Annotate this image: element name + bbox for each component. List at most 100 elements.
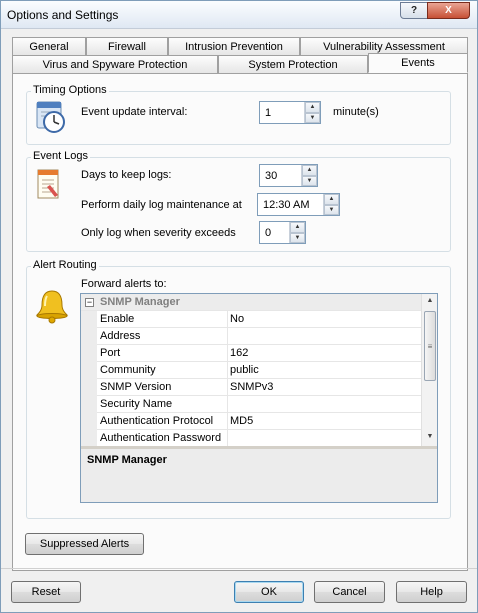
tab-events[interactable]: Events [368,53,468,73]
property-table: − SNMP Manager Enable No Address Port 16… [81,294,421,446]
group-title: Timing Options [31,84,109,96]
stepper-up-icon[interactable]: ▲ [324,194,339,205]
tab-firewall[interactable]: Firewall [86,37,168,55]
collapse-icon[interactable]: − [85,298,94,307]
options-window: Options and Settings ? X General Firewal… [0,0,478,613]
property-name: Security Name [100,398,173,410]
property-row[interactable]: Community public [81,362,421,379]
tab-label: Firewall [108,40,146,53]
description-pane: SNMP Manager [81,449,437,502]
row-margin [81,379,97,396]
stepper-down-icon[interactable]: ▼ [324,204,339,215]
stepper-up-icon[interactable]: ▲ [290,222,305,233]
stepper-down-icon[interactable]: ▼ [290,232,305,243]
clock-calendar-icon [36,101,65,133]
property-row[interactable]: Address [81,328,421,345]
stepper-up-icon[interactable]: ▲ [305,102,320,113]
property-name: Community [100,364,156,376]
interval-unit-label: minute(s) [333,106,379,118]
severity-threshold-stepper[interactable]: 0 ▲ ▼ [259,221,306,244]
property-value[interactable] [227,396,421,413]
timing-options-group: Timing Options [26,84,451,145]
title-bar: Options and Settings ? X [1,1,477,29]
property-row[interactable]: Authentication Protocol MD5 [81,413,421,430]
group-title: Event Logs [31,150,91,162]
row-margin [81,396,97,413]
property-name: Enable [100,313,135,325]
days-to-keep-logs-label: Days to keep logs: [81,169,172,181]
button-label: Help [420,586,443,598]
button-label: OK [261,586,277,598]
days-to-keep-logs-stepper[interactable]: 30 ▲ ▼ [259,164,318,187]
button-label: Cancel [332,586,367,598]
property-value[interactable]: MD5 [227,413,421,430]
scroll-up-icon[interactable]: ▲ [422,294,438,308]
stepper-arrows[interactable]: ▲ ▼ [323,194,339,215]
scroll-thumb[interactable]: ≡ [424,311,436,381]
tab-label: General [29,40,69,53]
property-name: Address [100,330,141,342]
property-value[interactable] [227,430,421,446]
tab-label: Virus and Spyware Protection [42,58,188,71]
forward-alerts-label: Forward alerts to: [81,278,167,290]
property-row[interactable]: Enable No [81,311,421,328]
stepper-down-icon[interactable]: ▼ [305,112,320,123]
tab-label: System Protection [248,58,338,71]
button-label: Suppressed Alerts [39,538,130,550]
property-value[interactable]: public [227,362,421,379]
tab-intrusion-prevention[interactable]: Intrusion Prevention [168,37,300,55]
tab-general[interactable]: General [12,37,86,55]
event-update-interval-stepper[interactable]: 1 ▲ ▼ [259,101,321,124]
close-button[interactable]: X [427,2,470,19]
help-title-button[interactable]: ? [400,2,428,19]
tab-system-protection[interactable]: System Protection [218,55,368,73]
property-row[interactable]: Authentication Password [81,430,421,446]
suppressed-alerts-button[interactable]: Suppressed Alerts [25,533,144,555]
property-name: Authentication Protocol [100,415,214,427]
scroll-down-icon[interactable]: ▼ [422,430,438,444]
maintenance-time-value: 12:30 AM [263,198,310,211]
property-row[interactable]: SNMP Version SNMPv3 [81,379,421,396]
property-value[interactable]: No [227,311,421,328]
group-title: Alert Routing [31,259,99,271]
category-label: SNMP Manager [100,296,180,308]
property-value[interactable] [227,328,421,345]
days-value: 30 [265,169,278,182]
button-label: Reset [31,586,61,598]
stepper-arrows[interactable]: ▲ ▼ [301,165,317,186]
severity-value: 0 [265,226,272,239]
event-update-interval-label: Event update interval: [81,106,188,118]
vertical-scrollbar[interactable]: ▲ ≡ ▼ [421,294,437,446]
help-button[interactable]: Help [396,581,467,603]
ok-button[interactable]: OK [234,581,304,603]
alert-property-grid[interactable]: − SNMP Manager Enable No Address Port 16… [80,293,438,503]
row-margin [81,345,97,362]
property-name: Port [100,347,121,359]
property-row[interactable]: Security Name [81,396,421,413]
stepper-arrows[interactable]: ▲ ▼ [289,222,305,243]
property-name: Authentication Password [100,432,222,444]
row-margin [81,430,97,446]
close-icon: X [445,5,452,16]
tab-label: Intrusion Prevention [185,40,283,53]
property-row[interactable]: Port 162 [81,345,421,362]
severity-threshold-label: Only log when severity exceeds [81,227,236,239]
property-value[interactable]: 162 [227,345,421,362]
log-maintenance-time-stepper[interactable]: 12:30 AM ▲ ▼ [257,193,340,216]
interval-value: 1 [265,106,272,119]
reset-button[interactable]: Reset [11,581,81,603]
footer-separator [1,568,477,569]
row-margin [81,413,97,430]
row-margin [81,311,97,328]
property-value[interactable]: SNMPv3 [227,379,421,396]
stepper-up-icon[interactable]: ▲ [302,165,317,176]
stepper-arrows[interactable]: ▲ ▼ [304,102,320,123]
stepper-down-icon[interactable]: ▼ [302,175,317,186]
row-margin [81,362,97,379]
tab-virus-spyware[interactable]: Virus and Spyware Protection [12,55,218,73]
category-row-snmp-manager[interactable]: − SNMP Manager [81,294,421,311]
cancel-button[interactable]: Cancel [314,581,385,603]
tab-label: Events [401,57,435,69]
description-title: SNMP Manager [87,454,167,466]
log-notepad-icon [37,169,59,199]
